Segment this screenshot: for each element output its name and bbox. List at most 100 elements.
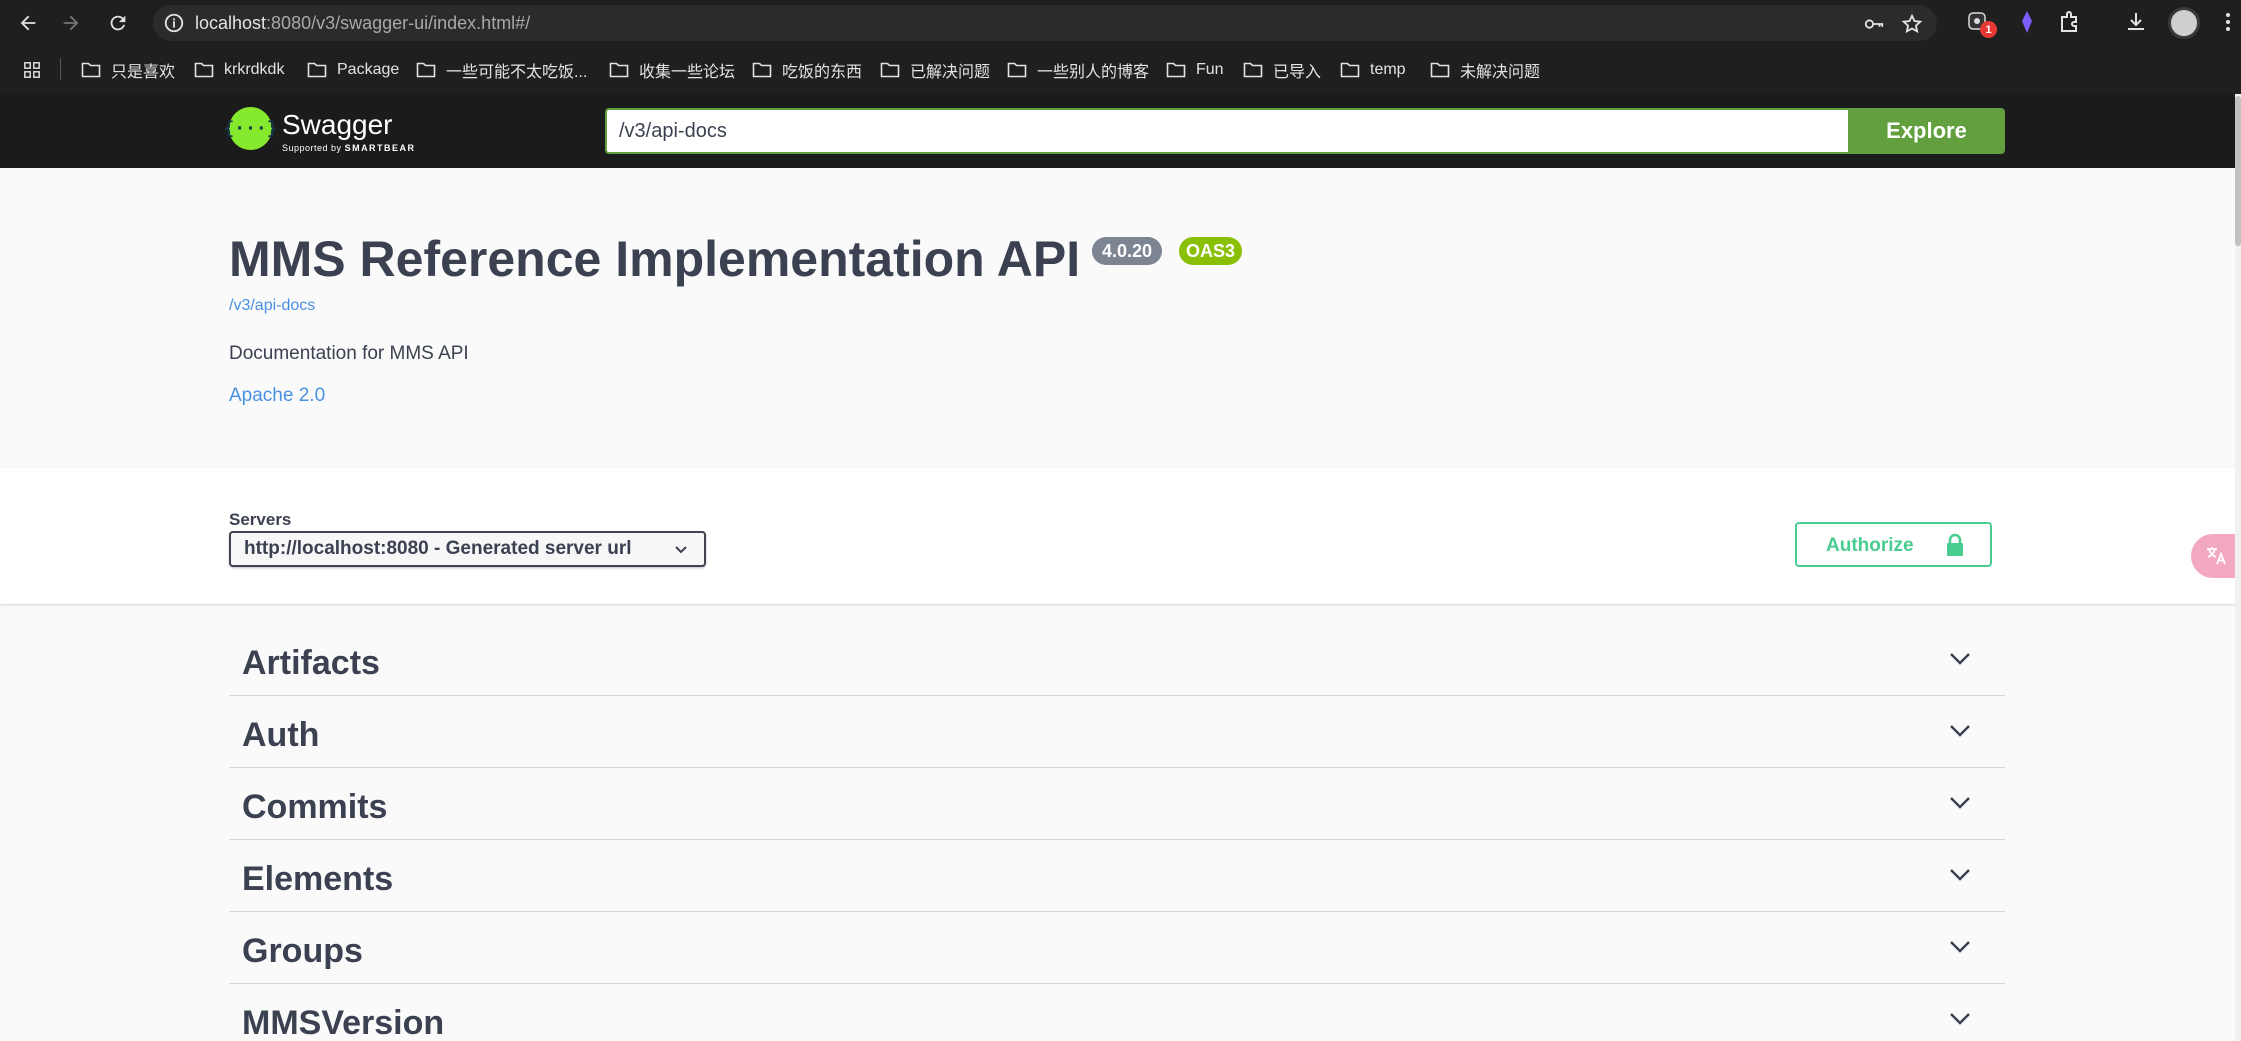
folder-icon [1007, 62, 1027, 78]
folder-icon [752, 62, 772, 78]
bookmark-folder[interactable]: krkrdkdk [194, 58, 284, 82]
bookmark-folder[interactable]: Package [307, 58, 399, 82]
chevron-down-icon[interactable] [1948, 795, 1972, 811]
bookmark-label: Fun [1196, 61, 1224, 78]
page-scrollbar[interactable] [2235, 94, 2241, 1041]
bookmark-folder[interactable]: 已导入 [1243, 58, 1321, 82]
servers-section: Servers http://localhost:8080 - Generate… [0, 468, 2235, 604]
bookmark-folder[interactable]: 只是喜欢 [81, 58, 175, 82]
spec-link[interactable]: /v3/api-docs [229, 297, 315, 315]
bookmark-folder[interactable]: 已解决问题 [880, 58, 990, 82]
reload-icon[interactable] [103, 8, 133, 38]
tag-name: Auth [242, 716, 320, 754]
server-selected-value: http://localhost:8080 - Generated server… [244, 538, 632, 559]
authorize-button[interactable]: Authorize [1795, 522, 1992, 567]
servers-select[interactable]: http://localhost:8080 - Generated server… [229, 531, 706, 567]
tag-name: Commits [242, 788, 388, 826]
authorize-label: Authorize [1826, 535, 1914, 556]
browser-toolbar: localhost:8080/v3/swagger-ui/index.html#… [0, 0, 2241, 46]
api-description: Documentation for MMS API [229, 343, 469, 364]
spec-url-input[interactable]: /v3/api-docs [605, 108, 1849, 154]
swagger-logo[interactable]: {···} Swagger Supported by SMARTBEAR [223, 107, 414, 157]
download-icon[interactable] [2122, 8, 2150, 36]
chevron-down-icon[interactable] [1948, 651, 1972, 667]
tag-section-auth[interactable]: Auth [229, 696, 2005, 768]
chevron-down-icon[interactable] [1948, 1011, 1972, 1027]
tag-name: Groups [242, 932, 363, 970]
tag-name: Artifacts [242, 644, 380, 682]
bookmark-label: temp [1370, 61, 1406, 78]
api-info [0, 168, 2235, 468]
bookmark-star-icon[interactable] [1901, 13, 1923, 35]
folder-icon [194, 62, 214, 78]
bookmark-folder[interactable]: temp [1340, 58, 1406, 82]
bookmark-label: 吃饭的东西 [782, 64, 863, 81]
menu-kebab-icon[interactable] [2214, 8, 2241, 36]
tag-name: MMSVersion [242, 1004, 445, 1041]
folder-icon [1340, 62, 1360, 78]
apps-grid-icon[interactable] [22, 58, 52, 82]
site-info-icon[interactable] [163, 12, 185, 34]
extension-badge: 1 [1980, 21, 1997, 38]
chevron-down-icon[interactable] [1948, 939, 1972, 955]
bookmark-label: 已解决问题 [910, 64, 991, 81]
logo-brand: SMARTBEAR [344, 143, 416, 153]
logo-text: Swagger [282, 109, 393, 140]
tag-section-elements[interactable]: Elements [229, 840, 2005, 912]
chevron-down-icon[interactable] [1948, 867, 1972, 883]
forward-icon[interactable] [56, 8, 86, 38]
folder-icon [880, 62, 900, 78]
address-bar[interactable]: localhost:8080/v3/swagger-ui/index.html#… [153, 5, 1937, 41]
logo-supported: Supported by [282, 143, 342, 153]
bookmark-folder[interactable]: 一些别人的博客 [1007, 58, 1149, 82]
bookmark-label: 一些别人的博客 [1037, 64, 1150, 81]
tag-section-commits[interactable]: Commits [229, 768, 2005, 840]
scrollbar-thumb[interactable] [2235, 96, 2241, 246]
url-text: localhost:8080/v3/swagger-ui/index.html#… [195, 13, 530, 34]
chevron-down-icon[interactable] [1948, 723, 1972, 739]
bookmark-folder[interactable]: 一些可能不太吃饭... [416, 58, 587, 82]
bookmark-folder[interactable]: Fun [1166, 58, 1224, 82]
logo-subtext: Supported by SMARTBEAR [282, 143, 416, 153]
tag-section-mmsversion[interactable]: MMSVersion [229, 984, 2005, 1041]
folder-icon [81, 62, 101, 78]
tag-section-artifacts[interactable]: Artifacts [229, 624, 2005, 696]
tag-list: Artifacts Auth Commits Elements Groups M… [229, 624, 2005, 1041]
back-icon[interactable] [13, 8, 43, 38]
folder-icon [416, 62, 436, 78]
folder-icon [1243, 62, 1263, 78]
translate-icon [2207, 547, 2226, 565]
password-key-icon[interactable] [1863, 13, 1885, 35]
folder-icon [307, 62, 327, 78]
servers-label: Servers [229, 510, 292, 529]
bookmark-label: 已导入 [1273, 64, 1322, 81]
chevron-down-icon [675, 546, 687, 554]
oas-badge: OAS3 [1179, 237, 1243, 265]
tag-name: Elements [242, 860, 394, 898]
bookmark-folder[interactable]: 收集一些论坛 [609, 58, 735, 82]
bookmark-folder[interactable]: 吃饭的东西 [752, 58, 862, 82]
bookmark-label: Package [337, 61, 400, 78]
bookmarks-separator [60, 58, 61, 80]
lock-icon [1947, 533, 1963, 556]
swagger-page: {···} Swagger Supported by SMARTBEAR /v3… [0, 94, 2235, 1041]
bookmark-label: 未解决问题 [1460, 64, 1541, 81]
license-link[interactable]: Apache 2.0 [229, 385, 325, 407]
extensions-puzzle-icon[interactable] [2056, 8, 2084, 36]
profile-avatar[interactable] [2168, 7, 2200, 39]
version-badge: 4.0.20 [1092, 237, 1163, 265]
swagger-logo-icon: {···} [223, 107, 278, 150]
url-host: localhost [195, 13, 267, 33]
bookmark-label: krkrdkdk [224, 61, 285, 78]
url-path: :8080/v3/swagger-ui/index.html#/ [266, 13, 531, 33]
folder-icon [1166, 62, 1186, 78]
folder-icon [1430, 62, 1450, 78]
tag-section-groups[interactable]: Groups [229, 912, 2005, 984]
page-title: MMS Reference Implementation API [229, 231, 1081, 287]
purple-extension-icon[interactable] [2013, 8, 2041, 36]
explore-button[interactable]: Explore [1848, 108, 2005, 154]
bookmark-folder[interactable]: 未解决问题 [1430, 58, 1540, 82]
swagger-topbar: {···} Swagger Supported by SMARTBEAR /v3… [0, 94, 2235, 168]
translate-float-button[interactable] [2191, 534, 2235, 578]
folder-icon [609, 62, 629, 78]
